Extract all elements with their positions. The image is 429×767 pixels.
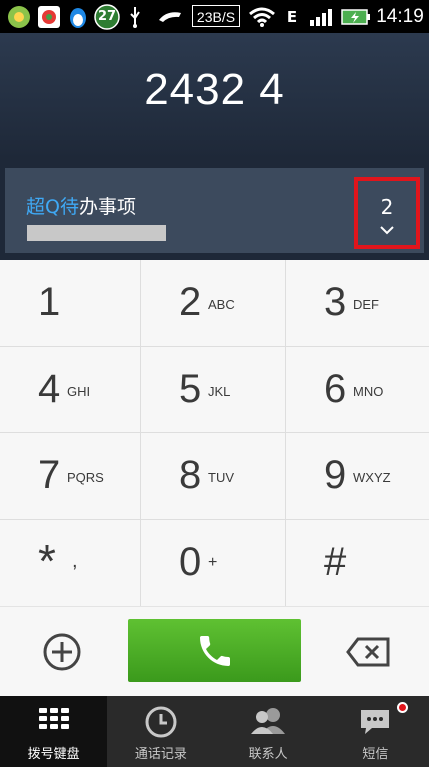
unread-badge [397,702,408,713]
call-button[interactable] [128,619,301,682]
dial-actions [0,606,429,696]
battery-charging-icon [341,4,371,29]
key-0[interactable]: 0 + [141,519,286,606]
key-star[interactable]: * , [0,519,141,606]
usb-icon [126,4,144,29]
backspace-button[interactable] [346,637,390,667]
clock-icon [145,706,177,738]
network-speed-indicator: 23B/S [192,4,240,29]
bottom-navigation: 拨号键盘 通话记录 联系人 短信 [0,696,429,767]
key-7[interactable]: 7 PQRS [0,433,141,520]
qq-penguin-icon [66,4,90,29]
match-count: 2 [380,195,394,219]
key-9[interactable]: 9 WXYZ [286,433,429,520]
contact-name-rest: 办事项 [78,196,136,218]
tab-messages[interactable]: 短信 [322,696,429,767]
star-symbol: * [38,534,56,587]
number-display: 2432 4 [0,33,429,159]
key-5[interactable]: 5 JKL [141,346,286,433]
contact-suggestion[interactable]: 超Q待办事项 2 [5,168,424,253]
keypad-grid-icon [38,708,69,729]
clock-time: 14:19 [376,5,424,27]
chevron-down-icon [380,226,394,235]
contacts-icon [251,708,286,734]
contact-number-redacted [27,225,166,241]
cell-signal-icon [309,4,335,29]
key-8[interactable]: 8 TUV [141,433,286,520]
key-2[interactable]: 2 ABC [141,260,286,347]
more-matches-button[interactable]: 2 [354,177,420,249]
plus-circle-icon [43,633,81,671]
tab-call-log[interactable]: 通话记录 [107,696,214,767]
debug-icon [157,4,183,29]
status-bar: 27 23B/S E 14:19 [0,0,429,33]
key-4[interactable]: 4 GHI [0,346,141,433]
dial-keypad: 1 2 ABC 3 DEF 4 GHI 5 JKL 6 MNO 7 PQRS 8 TUV 9W… [0,260,429,606]
key-3[interactable]: 3 DEF [286,260,429,347]
phone-icon [199,635,230,666]
add-contact-button[interactable] [42,632,82,672]
suggestion-area: 超Q待办事项 2 [0,159,429,260]
tab-contacts[interactable]: 联系人 [215,696,322,767]
notification-count-badge: 27 [94,4,120,30]
contact-name-match: 超Q待 [26,196,79,218]
wifi-icon [248,4,276,29]
key-1[interactable]: 1 [0,260,141,347]
key-6[interactable]: 6 MNO [286,346,429,433]
app-notification-icon [6,4,32,29]
browser-notification-icon [36,4,62,29]
contact-name: 超Q待办事项 [26,192,136,219]
message-icon [361,710,390,734]
key-hash[interactable]: # [286,519,429,606]
edge-signal-icon: E [286,7,298,26]
backspace-icon [346,637,390,667]
tab-dialpad[interactable]: 拨号键盘 [0,696,108,767]
dialed-number[interactable]: 2432 4 [0,65,429,115]
